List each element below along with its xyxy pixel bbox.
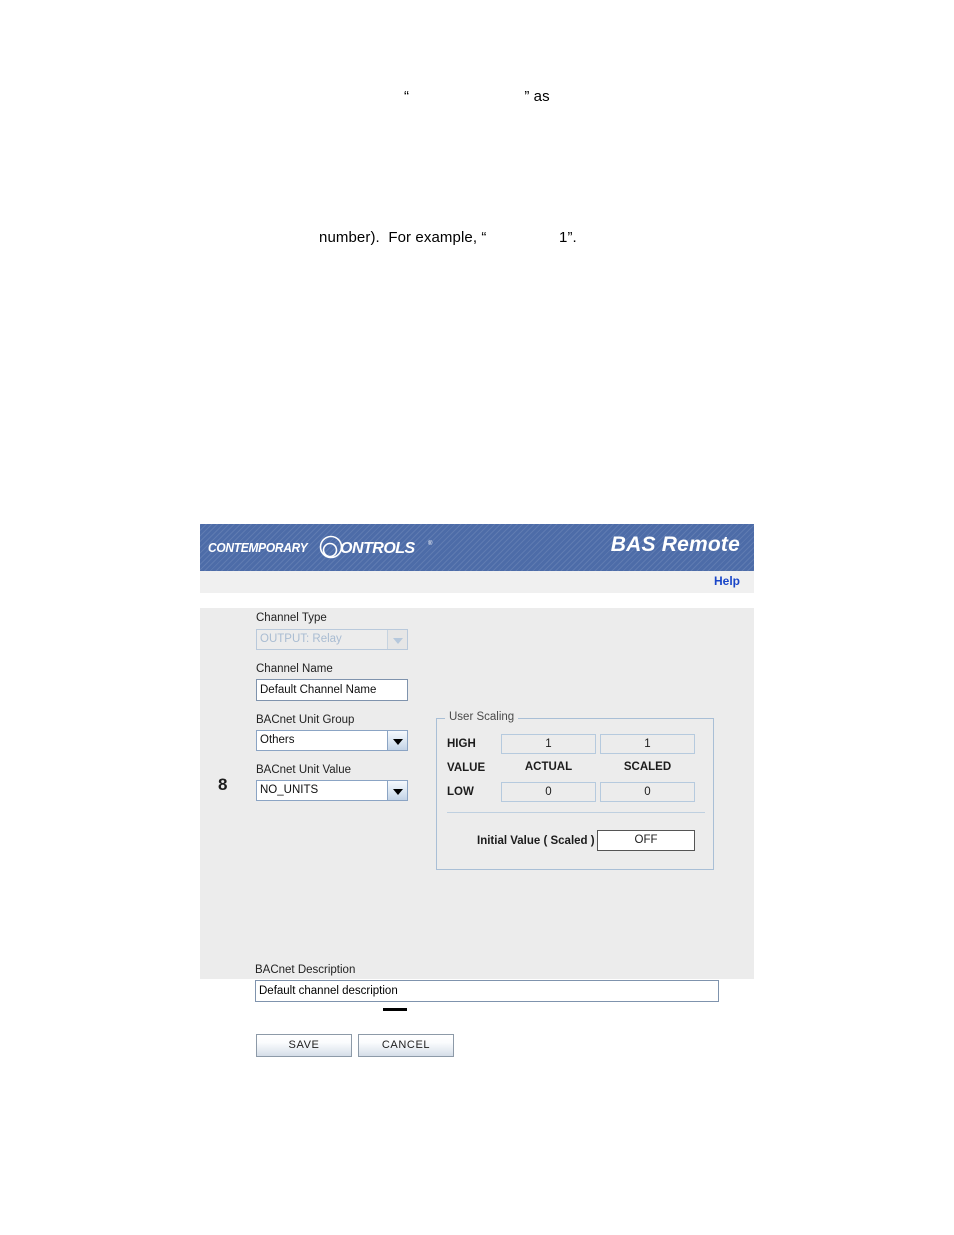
chevron-down-icon[interactable] [388,731,407,750]
label-bacnet-description: BACnet Description [255,964,356,976]
channel-type-select[interactable]: OUTPUT: Relay [256,629,408,650]
label-bacnet-unit-value: BACnet Unit Value [256,764,352,776]
app-banner: CONTEMPORARY ONTROLS ® BAS Remote [200,524,754,571]
step-number-marker: 8 [218,775,228,794]
svg-text:®: ® [428,540,433,547]
banner-content-gap [200,594,754,608]
channel-type-value: OUTPUT: Relay [257,630,388,649]
svg-text:ONTROLS: ONTROLS [340,540,416,557]
help-bar: Help [200,571,754,594]
label-channel-name: Channel Name [256,663,333,675]
low-scaled-input[interactable]: 0 [600,782,695,802]
document-text-line-2: number). For example, “ 1”. [319,229,577,246]
help-link[interactable]: Help [714,574,740,588]
bacnet-unit-group-select[interactable]: Others [256,730,408,751]
label-channel-type: Channel Type [256,612,327,624]
scaling-divider [447,812,705,813]
label-bacnet-unit-group: BACnet Unit Group [256,714,355,726]
channel-name-value: Default Channel Name [257,680,407,700]
horizontal-rule [383,1008,407,1011]
document-text-line-1: “ ” as [404,88,550,105]
chevron-down-icon[interactable] [388,630,407,649]
save-button[interactable]: SAVE [256,1034,352,1057]
user-scaling-legend: User Scaling [445,711,519,723]
bas-remote-screenshot: CONTEMPORARY ONTROLS ® BAS Remote Help 8… [200,524,754,1057]
user-scaling-fieldset: User Scaling HIGH VALUE LOW 1 1 ACTUAL S… [436,711,714,870]
bacnet-unit-value-select[interactable]: NO_UNITS [256,780,408,801]
bacnet-description-value: Default channel description [259,985,398,997]
brand-logo: CONTEMPORARY ONTROLS ® [208,535,444,559]
initial-value-input[interactable]: OFF [597,830,695,851]
bacnet-unit-group-value: Others [257,731,388,750]
brand-controls-mark: ONTROLS ® [316,535,444,559]
chevron-down-icon[interactable] [388,781,407,800]
column-header-scaled: SCALED [623,761,672,773]
cancel-button[interactable]: CANCEL [358,1034,454,1057]
label-initial-value-scaled: Initial Value ( Scaled ) [477,835,595,847]
label-high: HIGH [447,738,476,750]
bacnet-unit-value-value: NO_UNITS [257,781,388,800]
banner-title: BAS Remote [610,533,740,556]
low-actual-input[interactable]: 0 [501,782,596,802]
label-low: LOW [447,786,474,798]
bacnet-description-input[interactable]: Default channel description [255,980,719,1002]
high-scaled-input[interactable]: 1 [600,734,695,754]
channel-name-input[interactable]: Default Channel Name [256,679,408,701]
high-actual-input[interactable]: 1 [501,734,596,754]
channel-config-panel: 8 Channel Type OUTPUT: Relay Channel Nam… [200,608,754,1057]
column-header-actual: ACTUAL [524,761,573,773]
brand-word-contemporary: CONTEMPORARY [208,539,308,555]
label-value: VALUE [447,762,486,774]
